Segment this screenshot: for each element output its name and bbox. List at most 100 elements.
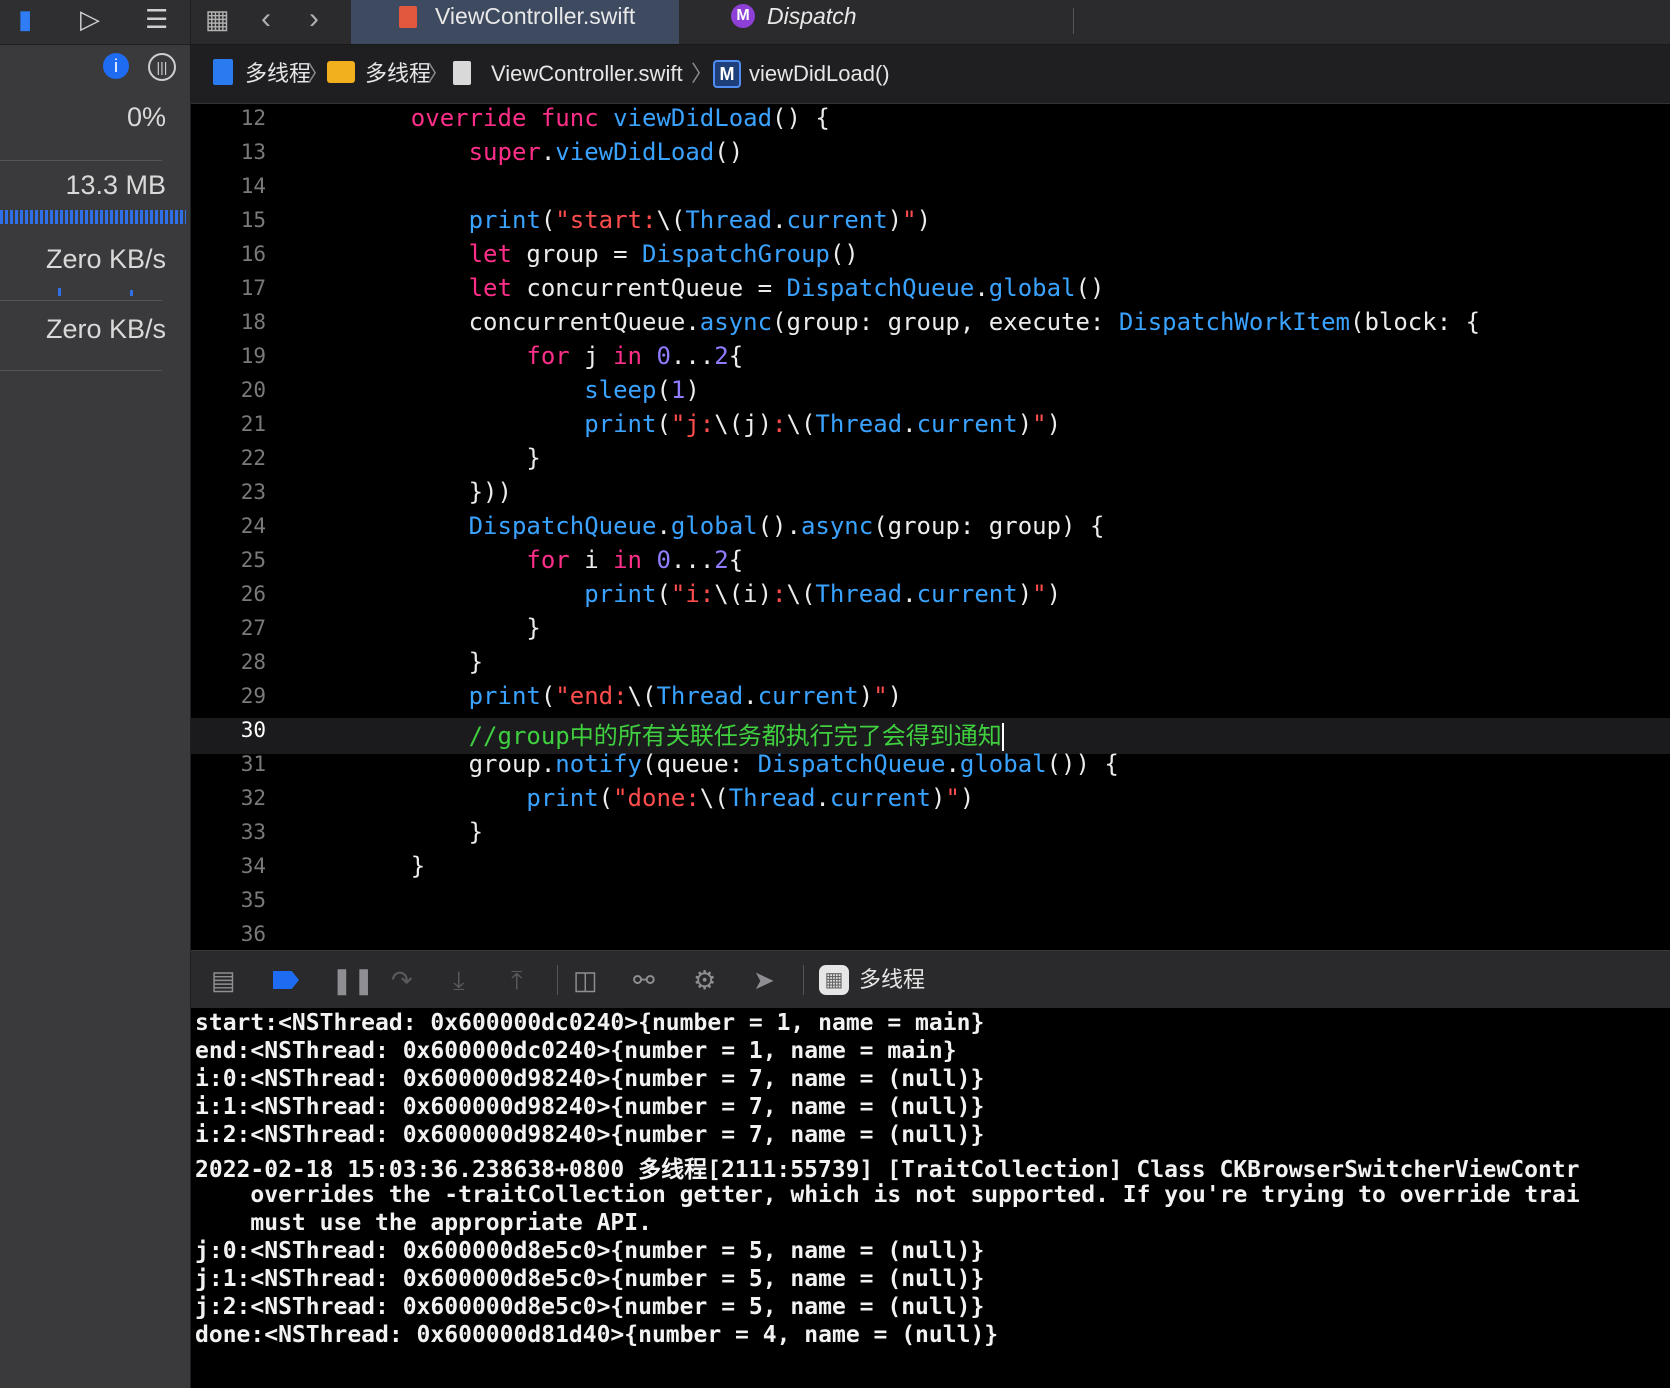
line-number[interactable]: 17	[191, 276, 266, 300]
code-line[interactable]: override func viewDidLoad() {	[353, 104, 830, 132]
breadcrumb-symbol[interactable]: viewDidLoad()	[749, 45, 890, 103]
tab-viewcontroller-swift[interactable]: ViewController.swift	[351, 0, 679, 44]
tab-label: ViewController.swift	[435, 3, 636, 29]
back-arrow-icon[interactable]: ‹	[261, 2, 271, 36]
line-number[interactable]: 32	[191, 786, 266, 810]
breakpoints-toggle-icon[interactable]	[273, 971, 299, 989]
code-token: )	[887, 206, 903, 234]
tag-icon[interactable]: ▷	[80, 4, 100, 35]
line-number[interactable]: 33	[191, 820, 266, 844]
hide-debug-area-icon[interactable]: ▤	[211, 951, 236, 1009]
code-line[interactable]: for j in 0...2{	[353, 342, 743, 370]
line-number[interactable]: 21	[191, 412, 266, 436]
debug-console[interactable]: start:<NSThread: 0x600000dc0240>{number …	[191, 1008, 1670, 1388]
line-number[interactable]: 30	[191, 718, 266, 742]
code-line[interactable]: }	[353, 818, 483, 846]
cpu-gauge-value[interactable]: 0%	[127, 102, 166, 133]
code-line[interactable]: }	[353, 444, 541, 472]
code-line[interactable]: DispatchQueue.global().async(group: grou…	[353, 512, 1105, 540]
line-number[interactable]: 28	[191, 650, 266, 674]
toolbar-divider	[803, 965, 804, 995]
line-number[interactable]: 13	[191, 140, 266, 164]
code-line[interactable]: }))	[353, 478, 512, 506]
breadcrumb-folder[interactable]: 多线程	[365, 45, 431, 103]
code-token: async	[699, 308, 773, 336]
threads-icon[interactable]: |||	[148, 53, 176, 81]
related-items-icon[interactable]: ▦	[205, 4, 230, 35]
memory-gauge-value[interactable]: 13.3 MB	[65, 170, 166, 201]
line-number[interactable]: 31	[191, 752, 266, 776]
line-number[interactable]: 16	[191, 242, 266, 266]
memory-usage-bar	[0, 210, 186, 224]
disk-gauge-value[interactable]: Zero KB/s	[46, 244, 166, 275]
code-line[interactable]: }	[353, 648, 483, 676]
line-number[interactable]: 29	[191, 684, 266, 708]
line-number[interactable]: 19	[191, 344, 266, 368]
view-hierarchy-icon[interactable]: ◫	[573, 951, 598, 1009]
code-token: :	[772, 580, 787, 608]
console-line: j:1:<NSThread: 0x600000d8e5c0>{number = …	[195, 1266, 985, 1292]
line-number[interactable]: 26	[191, 582, 266, 606]
step-over-icon[interactable]: ↷	[391, 951, 413, 1009]
memory-graph-icon[interactable]: ⚯	[633, 951, 655, 1009]
console-line: i:0:<NSThread: 0x600000d98240>{number = …	[195, 1066, 985, 1092]
line-number[interactable]: 14	[191, 174, 266, 198]
code-token: DispatchWorkItem	[1118, 308, 1350, 336]
line-number[interactable]: 20	[191, 378, 266, 402]
code-token: override	[410, 104, 527, 132]
code-token: concurrentQueue.	[353, 308, 700, 336]
source-editor[interactable]: 12 override func viewDidLoad() { 13 super…	[191, 104, 1670, 950]
network-gauge-value[interactable]: Zero KB/s	[46, 314, 166, 345]
code-line[interactable]: group.notify(queue: DispatchQueue.global…	[353, 750, 1119, 778]
pause-icon[interactable]: ❚❚	[331, 951, 375, 1009]
breadcrumb-file[interactable]: ViewController.swift	[491, 45, 683, 103]
code-line[interactable]: concurrentQueue.async(group: group, exec…	[353, 308, 1480, 336]
code-line[interactable]: for i in 0...2{	[353, 546, 743, 574]
code-token: \(	[786, 410, 816, 438]
step-out-icon[interactable]: ⤒	[511, 951, 523, 1009]
code-line[interactable]: let concurrentQueue = DispatchQueue.glob…	[353, 274, 1105, 302]
line-number[interactable]: 24	[191, 514, 266, 538]
line-number[interactable]: 34	[191, 854, 266, 878]
code-token: let	[468, 274, 512, 302]
line-number[interactable]: 23	[191, 480, 266, 504]
breadcrumb-project[interactable]: 多线程	[245, 45, 311, 103]
line-number[interactable]: 18	[191, 310, 266, 334]
step-into-icon[interactable]: ⤓	[453, 951, 465, 1009]
line-number[interactable]: 15	[191, 208, 266, 232]
code-line[interactable]: print("end:\(Thread.current)")	[353, 682, 903, 710]
text-cursor	[1001, 723, 1004, 751]
code-token: group =	[511, 240, 642, 268]
code-line[interactable]: print("i:\(i):\(Thread.current)")	[353, 580, 1061, 608]
code-line[interactable]: }	[353, 852, 425, 880]
code-line[interactable]: let group = DispatchGroup()	[353, 240, 859, 268]
forward-arrow-icon[interactable]: ›	[309, 2, 319, 36]
code-token: group.	[353, 750, 556, 778]
code-line-current[interactable]: //group中的所有关联任务都执行完了会得到通知	[353, 716, 1004, 751]
code-line[interactable]: print("start:\(Thread.current)")	[353, 206, 931, 234]
line-number[interactable]: 36	[191, 922, 266, 946]
code-token: }	[353, 444, 541, 472]
line-number[interactable]: 22	[191, 446, 266, 470]
code-line[interactable]: print("done:\(Thread.current)")	[353, 784, 974, 812]
info-icon[interactable]: i	[103, 53, 129, 79]
line-number[interactable]: 12	[191, 106, 266, 130]
project-navigator-icon[interactable]: ▮	[18, 4, 32, 35]
line-number[interactable]: 35	[191, 888, 266, 912]
code-line[interactable]: sleep(1)	[353, 376, 700, 404]
code-token: for	[526, 342, 570, 370]
simulate-location-icon[interactable]: ➤	[753, 951, 775, 1009]
code-line[interactable]: super.viewDidLoad()	[353, 138, 744, 166]
debug-target-label[interactable]: 多线程	[859, 951, 925, 1009]
code-token: () {	[772, 104, 830, 132]
line-number[interactable]: 25	[191, 548, 266, 572]
environment-overrides-icon[interactable]: ⚙	[693, 951, 716, 1009]
tab-dispatch[interactable]: M Dispatch	[731, 0, 1061, 44]
code-line[interactable]: print("j:\(j):\(Thread.current)")	[353, 410, 1061, 438]
code-line[interactable]: }	[353, 614, 540, 642]
line-number[interactable]: 27	[191, 616, 266, 640]
list-icon[interactable]: ☰	[145, 4, 168, 35]
